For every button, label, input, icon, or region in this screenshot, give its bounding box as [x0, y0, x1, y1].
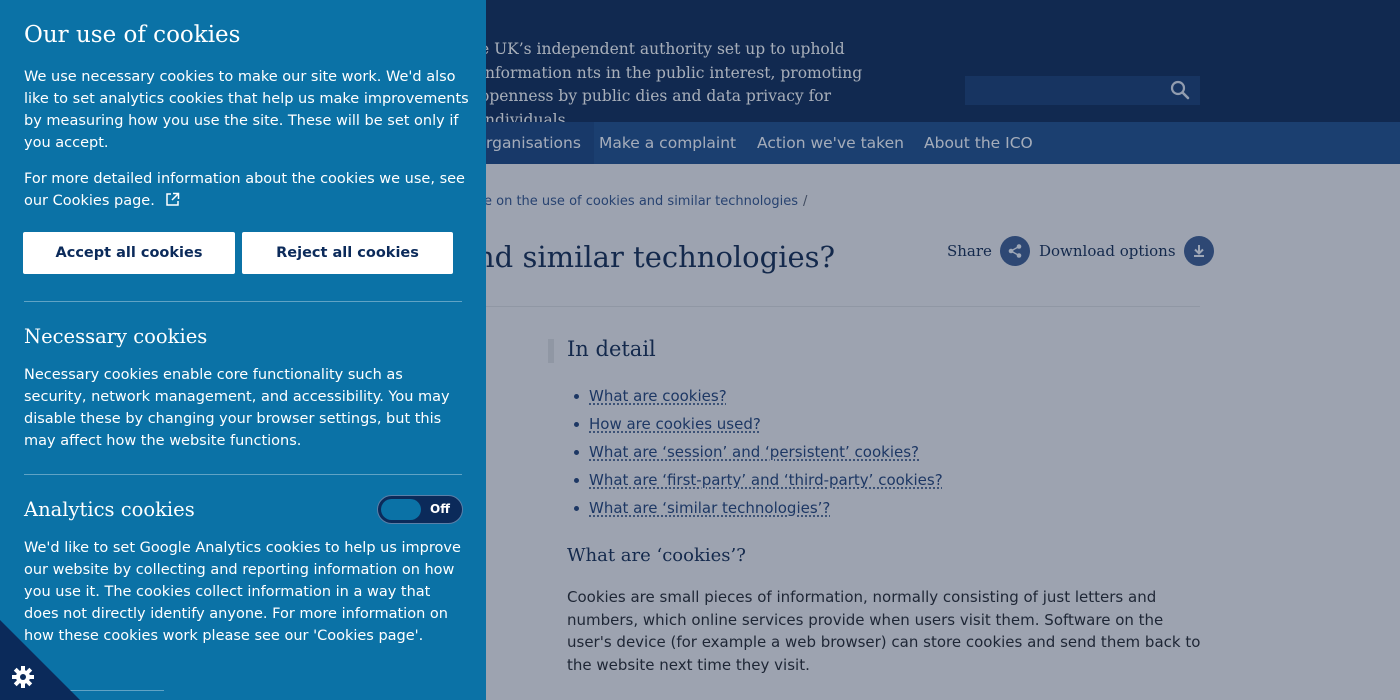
gear-icon: [12, 666, 34, 688]
cookie-intro-text: We use necessary cookies to make our sit…: [24, 69, 469, 151]
cookies-page-link[interactable]: For more detailed information about the …: [24, 171, 465, 209]
cookie-banner: Our use of cookies We use necessary cook…: [0, 0, 486, 700]
cookie-more-info: For more detailed information about the …: [24, 168, 469, 212]
analytics-cookies-text: We'd like to set Google Analytics cookie…: [24, 540, 461, 644]
external-link-icon: [166, 192, 180, 206]
necessary-cookies-heading: Necessary cookies: [24, 325, 208, 348]
divider: [24, 301, 462, 302]
cookie-settings-button[interactable]: [0, 620, 80, 700]
analytics-cookies-toggle[interactable]: Off: [377, 495, 463, 524]
reject-all-cookies-button[interactable]: Reject all cookies: [242, 232, 453, 274]
necessary-cookies-text: Necessary cookies enable core functional…: [24, 367, 450, 449]
toggle-knob: [381, 499, 421, 520]
toggle-state-label: Off: [430, 502, 450, 516]
cookie-banner-title: Our use of cookies: [24, 22, 241, 48]
accept-all-cookies-button[interactable]: Accept all cookies: [23, 232, 235, 274]
analytics-cookies-heading: Analytics cookies: [24, 498, 195, 521]
divider: [24, 474, 462, 475]
